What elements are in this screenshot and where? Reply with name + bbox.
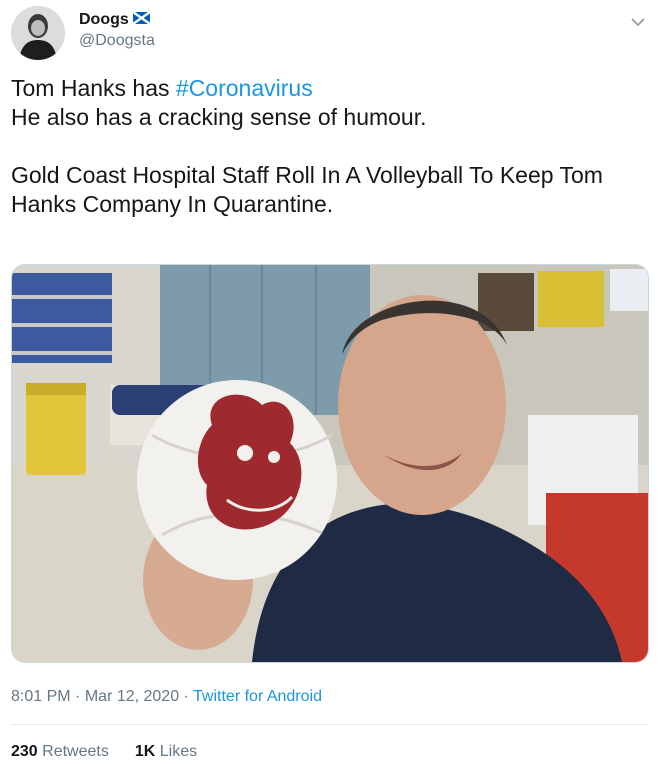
tweet-line-1-prefix: Tom Hanks has bbox=[11, 75, 176, 101]
tweet-header: Doogs @Doogsta bbox=[11, 6, 648, 62]
tweet-line-2: He also has a cracking sense of humour. bbox=[11, 104, 427, 130]
display-name[interactable]: Doogs bbox=[79, 9, 129, 31]
tweet-media-photo[interactable] bbox=[11, 264, 649, 663]
user-names: Doogs @Doogsta bbox=[79, 9, 155, 51]
display-name-row[interactable]: Doogs bbox=[79, 9, 155, 31]
meta-separator: · bbox=[179, 688, 194, 705]
user-handle[interactable]: @Doogsta bbox=[79, 31, 155, 51]
scottish-flag-icon bbox=[132, 9, 151, 31]
chevron-down-icon[interactable] bbox=[628, 12, 648, 32]
meta-separator: · bbox=[70, 688, 85, 705]
retweets-count: 230 bbox=[11, 743, 38, 760]
likes-count: 1K bbox=[134, 743, 156, 760]
retweets-stat[interactable]: 230 Retweets bbox=[11, 742, 109, 762]
hashtag-link[interactable]: #Coronavirus bbox=[176, 75, 313, 101]
tweet-date[interactable]: Mar 12, 2020 bbox=[85, 688, 179, 705]
tweet-paragraph-2: Gold Coast Hospital Staff Roll In A Voll… bbox=[11, 162, 603, 217]
divider bbox=[11, 724, 648, 725]
likes-label: Likes bbox=[159, 743, 198, 760]
retweets-label: Retweets bbox=[42, 743, 109, 760]
likes-stat[interactable]: 1K Likes bbox=[135, 742, 197, 762]
avatar[interactable] bbox=[11, 6, 65, 60]
tweet-meta: 8:01 PM · Mar 12, 2020 · Twitter for And… bbox=[11, 687, 322, 707]
tweet-text: Tom Hanks has #Coronavirus He also has a… bbox=[11, 74, 641, 219]
tweet-stats: 230 Retweets 1K Likes bbox=[11, 742, 197, 762]
tweet-time[interactable]: 8:01 PM bbox=[11, 688, 71, 705]
tweet-line-1: Tom Hanks has #Coronavirus bbox=[11, 74, 641, 103]
tweet-source-link[interactable]: Twitter for Android bbox=[193, 688, 322, 705]
